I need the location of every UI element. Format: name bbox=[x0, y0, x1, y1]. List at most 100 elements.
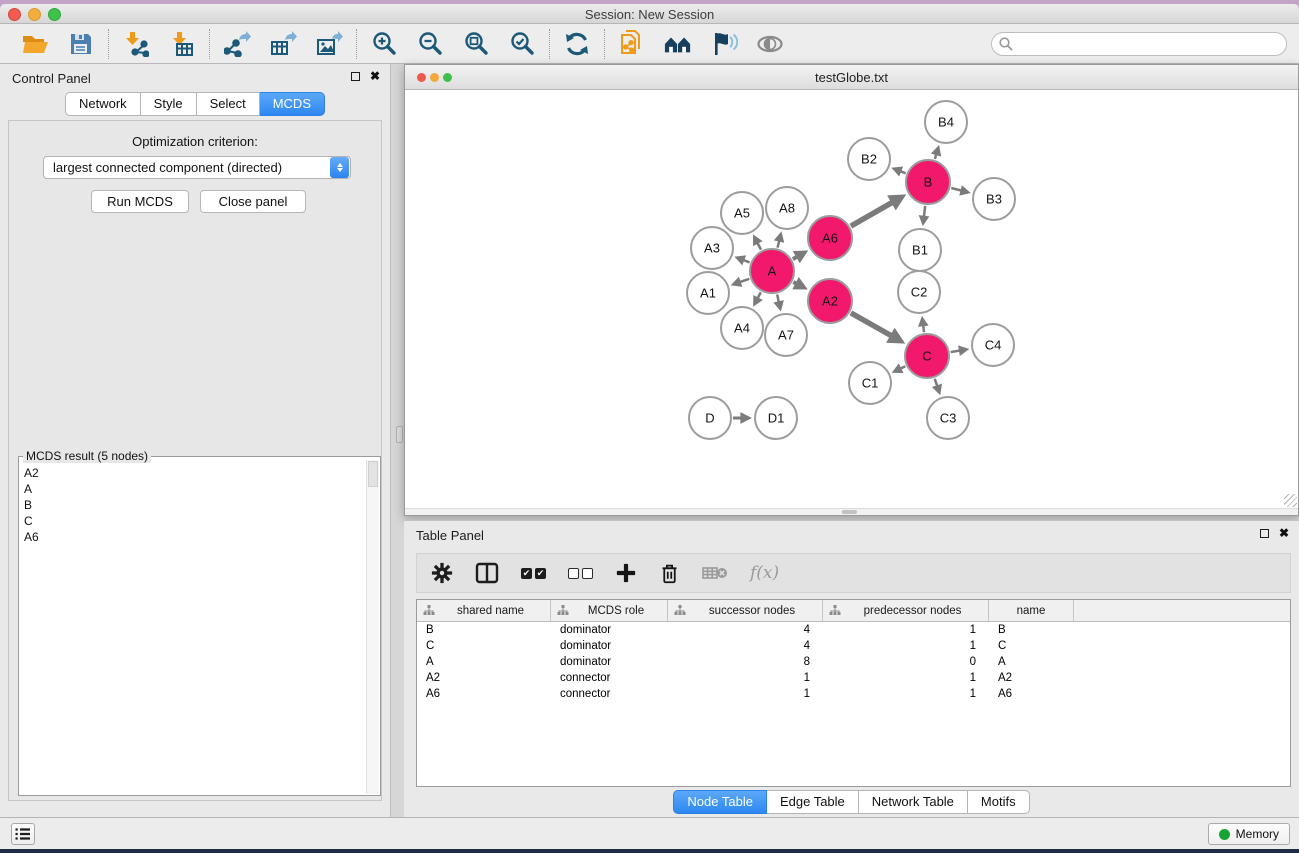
show-eye-icon[interactable] bbox=[756, 30, 784, 58]
node-label-A7: A7 bbox=[778, 328, 794, 343]
memory-label: Memory bbox=[1236, 827, 1279, 841]
arrowhead bbox=[918, 316, 929, 327]
node-label-A5: A5 bbox=[734, 206, 750, 221]
close-panel-icon[interactable]: ✖ bbox=[370, 71, 380, 81]
tab-style[interactable]: Style bbox=[141, 92, 197, 116]
optimization-criterion-label: Optimization criterion: bbox=[0, 134, 390, 149]
edge-A6-B[interactable] bbox=[851, 202, 893, 226]
node-label-C2: C2 bbox=[911, 285, 928, 300]
float-table-panel-icon[interactable] bbox=[1260, 529, 1269, 538]
cell-shared-name: C bbox=[417, 640, 551, 652]
import-network-icon[interactable] bbox=[122, 30, 150, 58]
table-row[interactable]: Bdominator41B bbox=[417, 622, 1290, 638]
column-header-shared-name[interactable]: shared name bbox=[417, 600, 551, 621]
gear-icon[interactable] bbox=[431, 562, 453, 584]
window-resize-grip[interactable] bbox=[1284, 494, 1297, 507]
cell-name: A2 bbox=[989, 672, 1074, 684]
delete-table-icon[interactable] bbox=[702, 564, 728, 582]
export-network-icon[interactable] bbox=[223, 30, 251, 58]
column-header-predecessor-nodes[interactable]: predecessor nodes bbox=[823, 600, 989, 621]
result-scrollbar[interactable] bbox=[366, 460, 379, 794]
tab-network-table[interactable]: Network Table bbox=[859, 790, 968, 814]
cell-shared-name: A2 bbox=[417, 672, 551, 684]
export-table-icon[interactable] bbox=[269, 30, 297, 58]
cell-name: A bbox=[989, 656, 1074, 668]
cell-name: C bbox=[989, 640, 1074, 652]
cell-successor-nodes: 4 bbox=[668, 624, 823, 636]
column-header-successor-nodes[interactable]: successor nodes bbox=[668, 600, 823, 621]
node-table: shared nameMCDS rolesuccessor nodesprede… bbox=[416, 599, 1291, 787]
criterion-select[interactable]: largest connected component (directed) bbox=[43, 156, 351, 179]
save-session-icon[interactable] bbox=[67, 30, 95, 58]
splitter-handle[interactable] bbox=[396, 426, 403, 443]
memory-button[interactable]: Memory bbox=[1208, 823, 1290, 845]
open-file-icon[interactable] bbox=[21, 30, 49, 58]
close-table-panel-icon[interactable]: ✖ bbox=[1279, 528, 1289, 538]
list-icon bbox=[15, 827, 31, 841]
table-toolbar: ✔✔ f(x) bbox=[416, 553, 1291, 593]
tab-motifs[interactable]: Motifs bbox=[968, 790, 1030, 814]
export-image-icon[interactable] bbox=[315, 30, 343, 58]
zoom-selected-icon[interactable] bbox=[508, 30, 536, 58]
table-row[interactable]: Adominator80A bbox=[417, 654, 1290, 670]
result-item[interactable]: B bbox=[24, 497, 366, 513]
cell-MCDS-role: dominator bbox=[551, 624, 668, 636]
node-label-C4: C4 bbox=[985, 338, 1002, 353]
cell-shared-name: A6 bbox=[417, 688, 551, 700]
zoom-in-icon[interactable] bbox=[370, 30, 398, 58]
import-table-icon[interactable] bbox=[168, 30, 196, 58]
cell-MCDS-role: dominator bbox=[551, 640, 668, 652]
add-column-icon[interactable] bbox=[615, 562, 637, 584]
tab-edge-table[interactable]: Edge Table bbox=[767, 790, 859, 814]
run-mcds-button[interactable]: Run MCDS bbox=[91, 190, 189, 213]
hide-graphics-details-icon[interactable] bbox=[710, 30, 738, 58]
arrowhead bbox=[932, 384, 942, 396]
edge-A2-C[interactable] bbox=[851, 313, 892, 336]
network-canvas[interactable]: B4B2BB3A5A8A6A3B1AA1C2A2A4A7CC4C1C3DD1 bbox=[405, 90, 1298, 515]
zoom-out-icon[interactable] bbox=[416, 30, 444, 58]
result-item[interactable]: C bbox=[24, 513, 366, 529]
tab-mcds[interactable]: MCDS bbox=[260, 92, 325, 116]
clone-network-icon[interactable] bbox=[618, 30, 646, 58]
network-hscrollbar[interactable] bbox=[405, 508, 1298, 515]
control-panel: Control Panel ✖ NetworkStyleSelectMCDS O… bbox=[0, 64, 391, 817]
function-fx-icon[interactable]: f(x) bbox=[750, 563, 779, 583]
result-item[interactable]: A2 bbox=[24, 465, 366, 481]
table-row[interactable]: A2connector11A2 bbox=[417, 670, 1290, 686]
table-row[interactable]: Cdominator41C bbox=[417, 638, 1290, 654]
tab-network[interactable]: Network bbox=[65, 92, 141, 116]
table-panel-tabs: Node TableEdge TableNetwork TableMotifs bbox=[673, 790, 1029, 814]
result-item[interactable]: A bbox=[24, 481, 366, 497]
node-label-B: B bbox=[924, 175, 933, 190]
first-neighbors-icon[interactable] bbox=[664, 30, 692, 58]
app-window: Session: New Session bbox=[0, 4, 1299, 849]
column-header-MCDS-role[interactable]: MCDS role bbox=[551, 600, 668, 621]
zoom-fit-icon[interactable] bbox=[462, 30, 490, 58]
deselect-checks-icon[interactable] bbox=[568, 568, 593, 579]
split-columns-icon[interactable] bbox=[475, 562, 499, 584]
close-panel-button[interactable]: Close panel bbox=[200, 190, 306, 213]
select-stepper-icon bbox=[330, 157, 349, 178]
cell-shared-name: B bbox=[417, 624, 551, 636]
search-input[interactable] bbox=[991, 32, 1287, 56]
network-graph[interactable]: B4B2BB3A5A8A6A3B1AA1C2A2A4A7CC4C1C3DD1 bbox=[405, 90, 1298, 515]
select-all-checks-icon[interactable]: ✔✔ bbox=[521, 568, 546, 579]
delete-column-icon[interactable] bbox=[659, 562, 680, 585]
arrowhead bbox=[731, 277, 743, 287]
control-panel-title: Control Panel bbox=[12, 71, 91, 86]
tab-select[interactable]: Select bbox=[197, 92, 260, 116]
refresh-layout-icon[interactable] bbox=[563, 30, 591, 58]
node-label-C3: C3 bbox=[940, 411, 957, 426]
network-window-titlebar: testGlobe.txt bbox=[405, 65, 1298, 90]
tab-node-table[interactable]: Node Table bbox=[673, 790, 767, 814]
control-panel-header: Control Panel ✖ bbox=[0, 64, 390, 92]
float-panel-icon[interactable] bbox=[351, 72, 360, 81]
mcds-result-list[interactable]: A2ABCA6 bbox=[20, 460, 366, 794]
node-label-B3: B3 bbox=[986, 192, 1002, 207]
task-history-button[interactable] bbox=[11, 823, 35, 845]
column-header-name[interactable]: name bbox=[989, 600, 1074, 621]
search-icon bbox=[999, 37, 1013, 56]
table-row[interactable]: A6connector11A6 bbox=[417, 686, 1290, 702]
result-item[interactable]: A6 bbox=[24, 529, 366, 545]
screen: Session: New Session bbox=[0, 0, 1299, 853]
